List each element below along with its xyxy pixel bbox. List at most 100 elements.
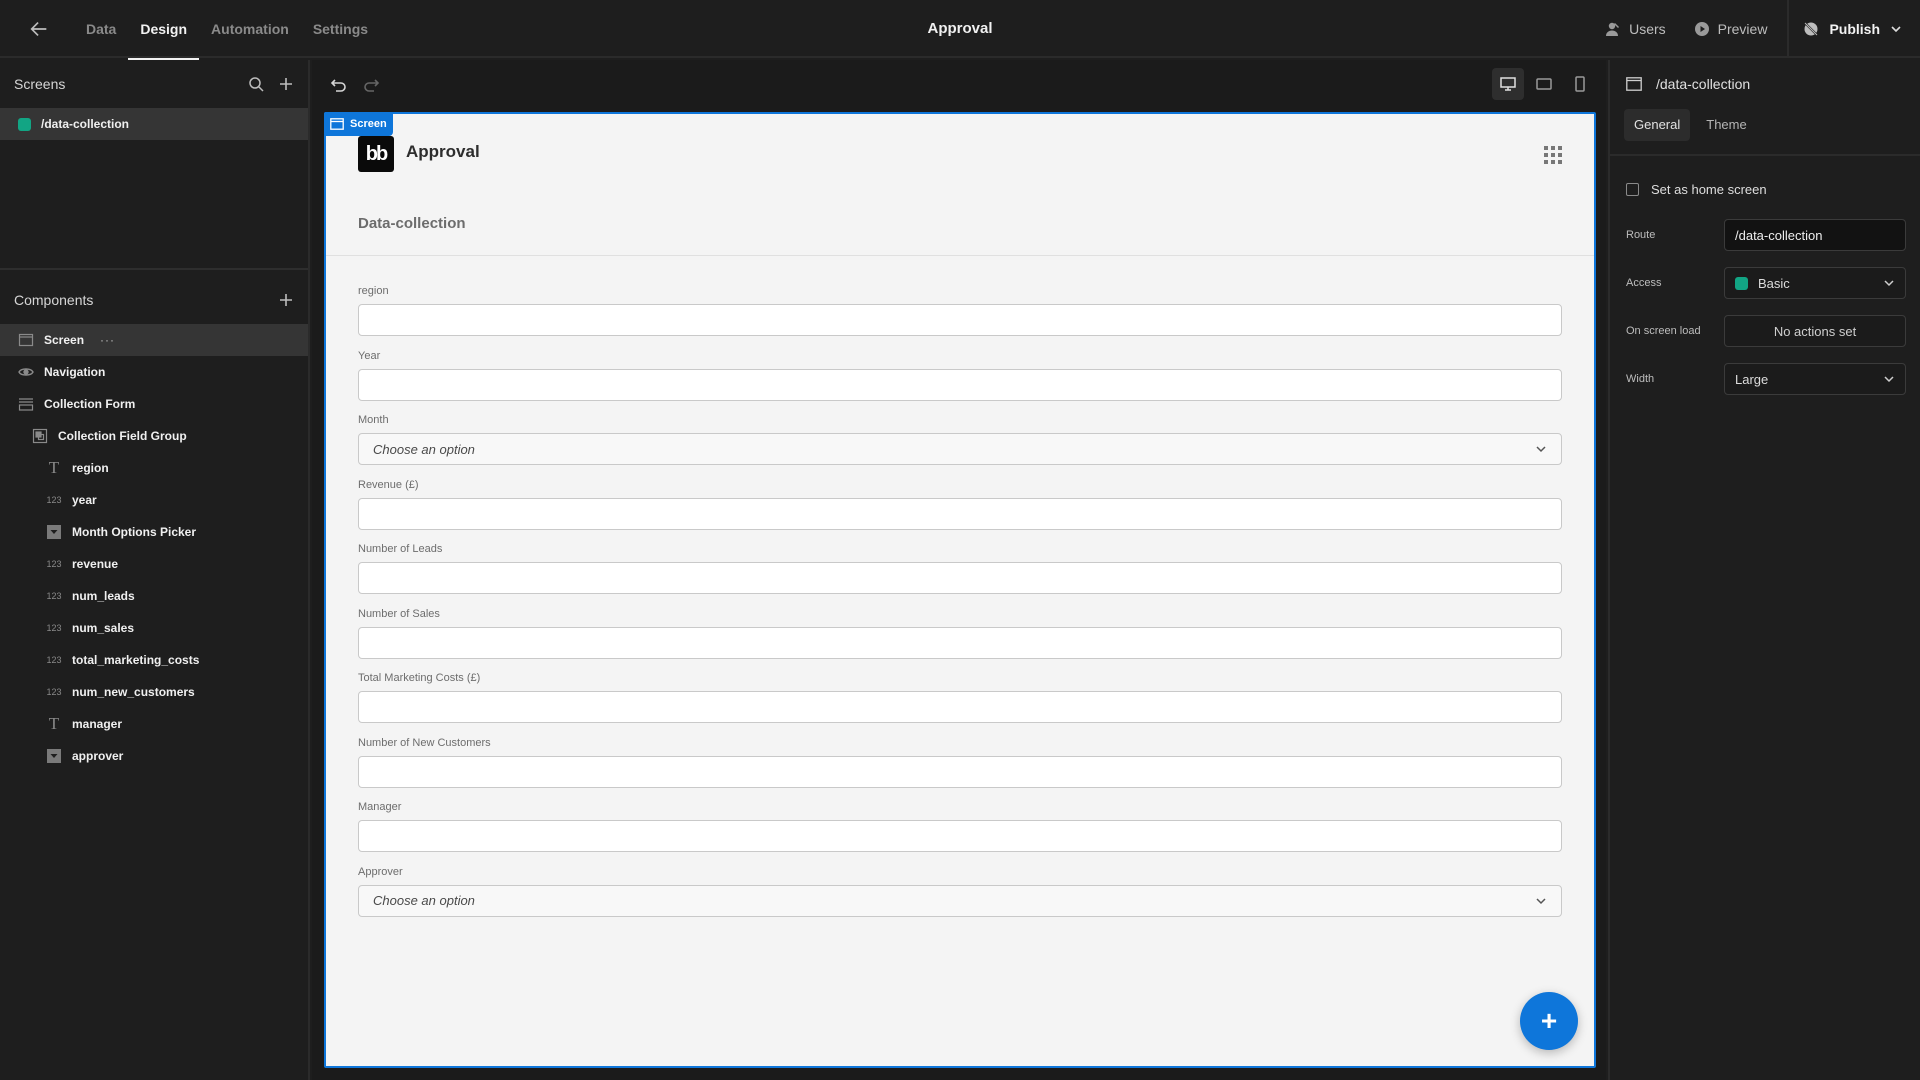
component-year[interactable]: 123 year: [0, 484, 308, 516]
component-num-sales[interactable]: 123 num_sales: [0, 612, 308, 644]
field-month: Month Choose an option: [358, 413, 1562, 478]
num-new-customers-input[interactable]: [358, 755, 1562, 788]
undo-icon[interactable]: [330, 76, 348, 94]
field-label: Number of Sales: [358, 607, 440, 620]
route-input[interactable]: /data-collection: [1724, 219, 1906, 251]
component-label: region: [72, 461, 109, 475]
screens-title: Screens: [14, 76, 66, 92]
component-approver[interactable]: approver: [0, 740, 308, 772]
add-component-icon[interactable]: [278, 292, 294, 308]
component-navigation[interactable]: Navigation: [0, 356, 308, 388]
field-revenue: Revenue (£): [358, 478, 1562, 543]
component-screen[interactable]: Screen ···: [0, 324, 308, 356]
number-icon: 123: [46, 559, 62, 569]
desktop-view-button[interactable]: [1492, 68, 1524, 100]
screens-section: Screens /data-collection: [0, 60, 308, 270]
revenue-input[interactable]: [358, 497, 1562, 530]
home-screen-label: Set as home screen: [1651, 182, 1767, 197]
home-screen-option: Set as home screen: [1610, 156, 1920, 197]
component-tree: Screen ··· Navigation Collection Form Co…: [0, 324, 308, 772]
users-icon: [1606, 22, 1620, 36]
home-screen-checkbox[interactable]: [1626, 183, 1639, 196]
access-select[interactable]: Basic: [1724, 267, 1906, 299]
access-value: Basic: [1758, 275, 1790, 291]
field-approver: Approver Choose an option: [358, 865, 1562, 930]
field-total-marketing-costs: Total Marketing Costs (£): [358, 671, 1562, 736]
field-manager: Manager: [358, 800, 1562, 865]
tab-design[interactable]: Design: [128, 0, 199, 60]
field-label: Manager: [358, 801, 402, 813]
component-num-new-customers[interactable]: 123 num_new_customers: [0, 676, 308, 708]
globe-off-icon: [1804, 22, 1819, 36]
tablet-view-button[interactable]: [1528, 68, 1560, 100]
num-leads-input[interactable]: [358, 562, 1562, 594]
component-label: manager: [72, 717, 123, 731]
logo-text: bb: [365, 142, 388, 165]
field-label: Number of New Customers: [358, 736, 491, 749]
field-label: Month: [358, 414, 389, 426]
region-input[interactable]: [358, 304, 1562, 336]
field-num-new-customers: Number of New Customers: [358, 736, 1562, 801]
num-sales-input[interactable]: [358, 626, 1562, 659]
component-label: year: [72, 493, 97, 507]
tab-settings[interactable]: Settings: [301, 0, 380, 58]
route-label: Route: [1626, 229, 1656, 241]
component-month-picker[interactable]: Month Options Picker: [0, 516, 308, 548]
component-label: num_sales: [72, 621, 135, 635]
field-label: Number of Leads: [358, 543, 443, 555]
component-label: Collection Form: [44, 397, 136, 411]
preview-button[interactable]: Preview: [1680, 21, 1782, 37]
total-marketing-costs-input[interactable]: [358, 691, 1562, 723]
month-select[interactable]: Choose an option: [358, 433, 1562, 465]
settings-title: /data-collection: [1656, 76, 1751, 92]
app-navigation: bb Approval Data-collection: [326, 114, 1594, 256]
eye-icon: [18, 368, 34, 376]
left-sidebar: Screens /data-collection Components Scre…: [0, 60, 310, 1080]
component-label: approver: [72, 749, 124, 763]
component-total-marketing-costs[interactable]: 123 total_marketing_costs: [0, 644, 308, 676]
year-input[interactable]: [358, 368, 1562, 401]
app-logo[interactable]: bb: [358, 136, 394, 172]
more-options-icon[interactable]: ···: [100, 333, 115, 347]
component-revenue[interactable]: 123 revenue: [0, 548, 308, 580]
component-collection-form[interactable]: Collection Form: [0, 388, 308, 420]
screen-preview[interactable]: Screen bb Approval Data-collection regio…: [324, 112, 1596, 1068]
component-field-group[interactable]: Collection Field Group: [0, 420, 308, 452]
access-row: Access Basic: [1610, 267, 1920, 299]
mobile-view-button[interactable]: [1564, 68, 1596, 100]
add-component-fab[interactable]: +: [1520, 992, 1578, 1050]
component-label: Month Options Picker: [72, 525, 197, 539]
publish-button[interactable]: Publish: [1787, 0, 1920, 58]
route-row: Route /data-collection: [1610, 219, 1920, 251]
back-arrow-icon[interactable]: [28, 18, 50, 40]
add-screen-icon[interactable]: [278, 76, 294, 92]
manager-input[interactable]: [358, 820, 1562, 852]
number-icon: 123: [46, 495, 62, 505]
screen-route: /data-collection: [41, 117, 130, 131]
redo-icon[interactable]: [362, 76, 380, 94]
component-region[interactable]: T region: [0, 452, 308, 484]
onload-actions-button[interactable]: No actions set: [1724, 315, 1906, 347]
search-icon[interactable]: [248, 76, 264, 92]
top-actions: Users Preview Publish: [1591, 0, 1920, 58]
tab-automation[interactable]: Automation: [199, 0, 301, 58]
tab-data[interactable]: Data: [74, 0, 128, 58]
component-num-leads[interactable]: 123 num_leads: [0, 580, 308, 612]
component-manager[interactable]: T manager: [0, 708, 308, 740]
route-value: /data-collection: [1735, 227, 1823, 243]
field-num-sales: Number of Sales: [358, 607, 1562, 672]
screen-item[interactable]: /data-collection: [0, 108, 308, 140]
tab-theme[interactable]: Theme: [1696, 109, 1756, 141]
approver-select[interactable]: Choose an option: [358, 884, 1562, 917]
settings-panel: /data-collection General Theme Set as ho…: [1608, 60, 1920, 1080]
onload-label: On screen load: [1626, 325, 1701, 337]
number-icon: 123: [46, 687, 62, 697]
grid-menu-icon[interactable]: [1544, 146, 1562, 164]
width-select[interactable]: Large: [1724, 363, 1906, 395]
plus-icon: +: [1540, 1005, 1558, 1036]
users-button[interactable]: Users: [1591, 21, 1680, 37]
chevron-down-icon[interactable]: [1890, 23, 1902, 35]
components-title: Components: [14, 292, 94, 308]
tab-general[interactable]: General: [1624, 109, 1691, 141]
number-icon: 123: [46, 655, 62, 665]
